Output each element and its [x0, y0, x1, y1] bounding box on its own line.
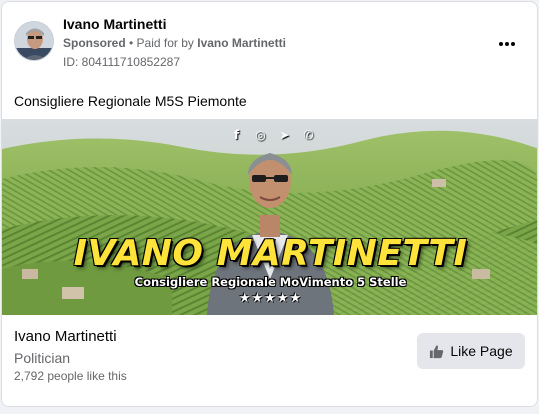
page-likes-count: 2,792 people like this	[14, 369, 127, 383]
facebook-icon: f	[233, 127, 240, 142]
sponsored-post-card: Ivano Martinetti Sponsored • Paid for by…	[1, 1, 538, 407]
separator: •	[125, 36, 137, 50]
like-page-label: Like Page	[450, 343, 513, 359]
instagram-icon: ◎	[255, 127, 266, 142]
post-header: Ivano Martinetti Sponsored • Paid for by…	[2, 2, 537, 82]
social-icons-row: f ◎ ➤ ✆	[229, 127, 316, 142]
author-avatar[interactable]	[14, 21, 54, 61]
page-category: Politician	[14, 350, 71, 366]
more-options-button[interactable]	[495, 32, 519, 56]
overlay-subtitle: Consigliere Regionale MoVimento 5 Stelle	[134, 275, 407, 289]
post-body-text: Consigliere Regionale M5S Piemonte	[14, 93, 247, 109]
page-footer: Ivano Martinetti Politician 2,792 people…	[2, 315, 537, 406]
more-horizontal-icon	[499, 42, 503, 46]
author-name[interactable]: Ivano Martinetti	[63, 16, 166, 32]
sponsored-label[interactable]: Sponsored	[63, 36, 126, 50]
overlay-stars: ★★★★★	[238, 290, 303, 305]
like-page-button[interactable]: Like Page	[417, 333, 525, 369]
whatsapp-icon: ✆	[303, 127, 314, 142]
paid-prefix: Paid for by	[136, 36, 198, 50]
overlay-candidate-name: IVANO MARTINETTI	[73, 233, 468, 274]
thumbs-up-icon	[430, 344, 444, 358]
more-dot	[511, 42, 515, 46]
sponsored-line: Sponsored • Paid for by Ivano Martinetti	[63, 36, 286, 50]
ad-id: ID: 804111710852287	[63, 55, 180, 69]
more-dot	[505, 42, 509, 46]
post-media-image[interactable]: f ◎ ➤ ✆ IVANO MARTINETTI Consigliere Reg…	[2, 119, 537, 315]
paid-by-name[interactable]: Ivano Martinetti	[197, 36, 286, 50]
telegram-icon: ➤	[279, 127, 290, 142]
footer-page-name[interactable]: Ivano Martinetti	[14, 328, 117, 345]
